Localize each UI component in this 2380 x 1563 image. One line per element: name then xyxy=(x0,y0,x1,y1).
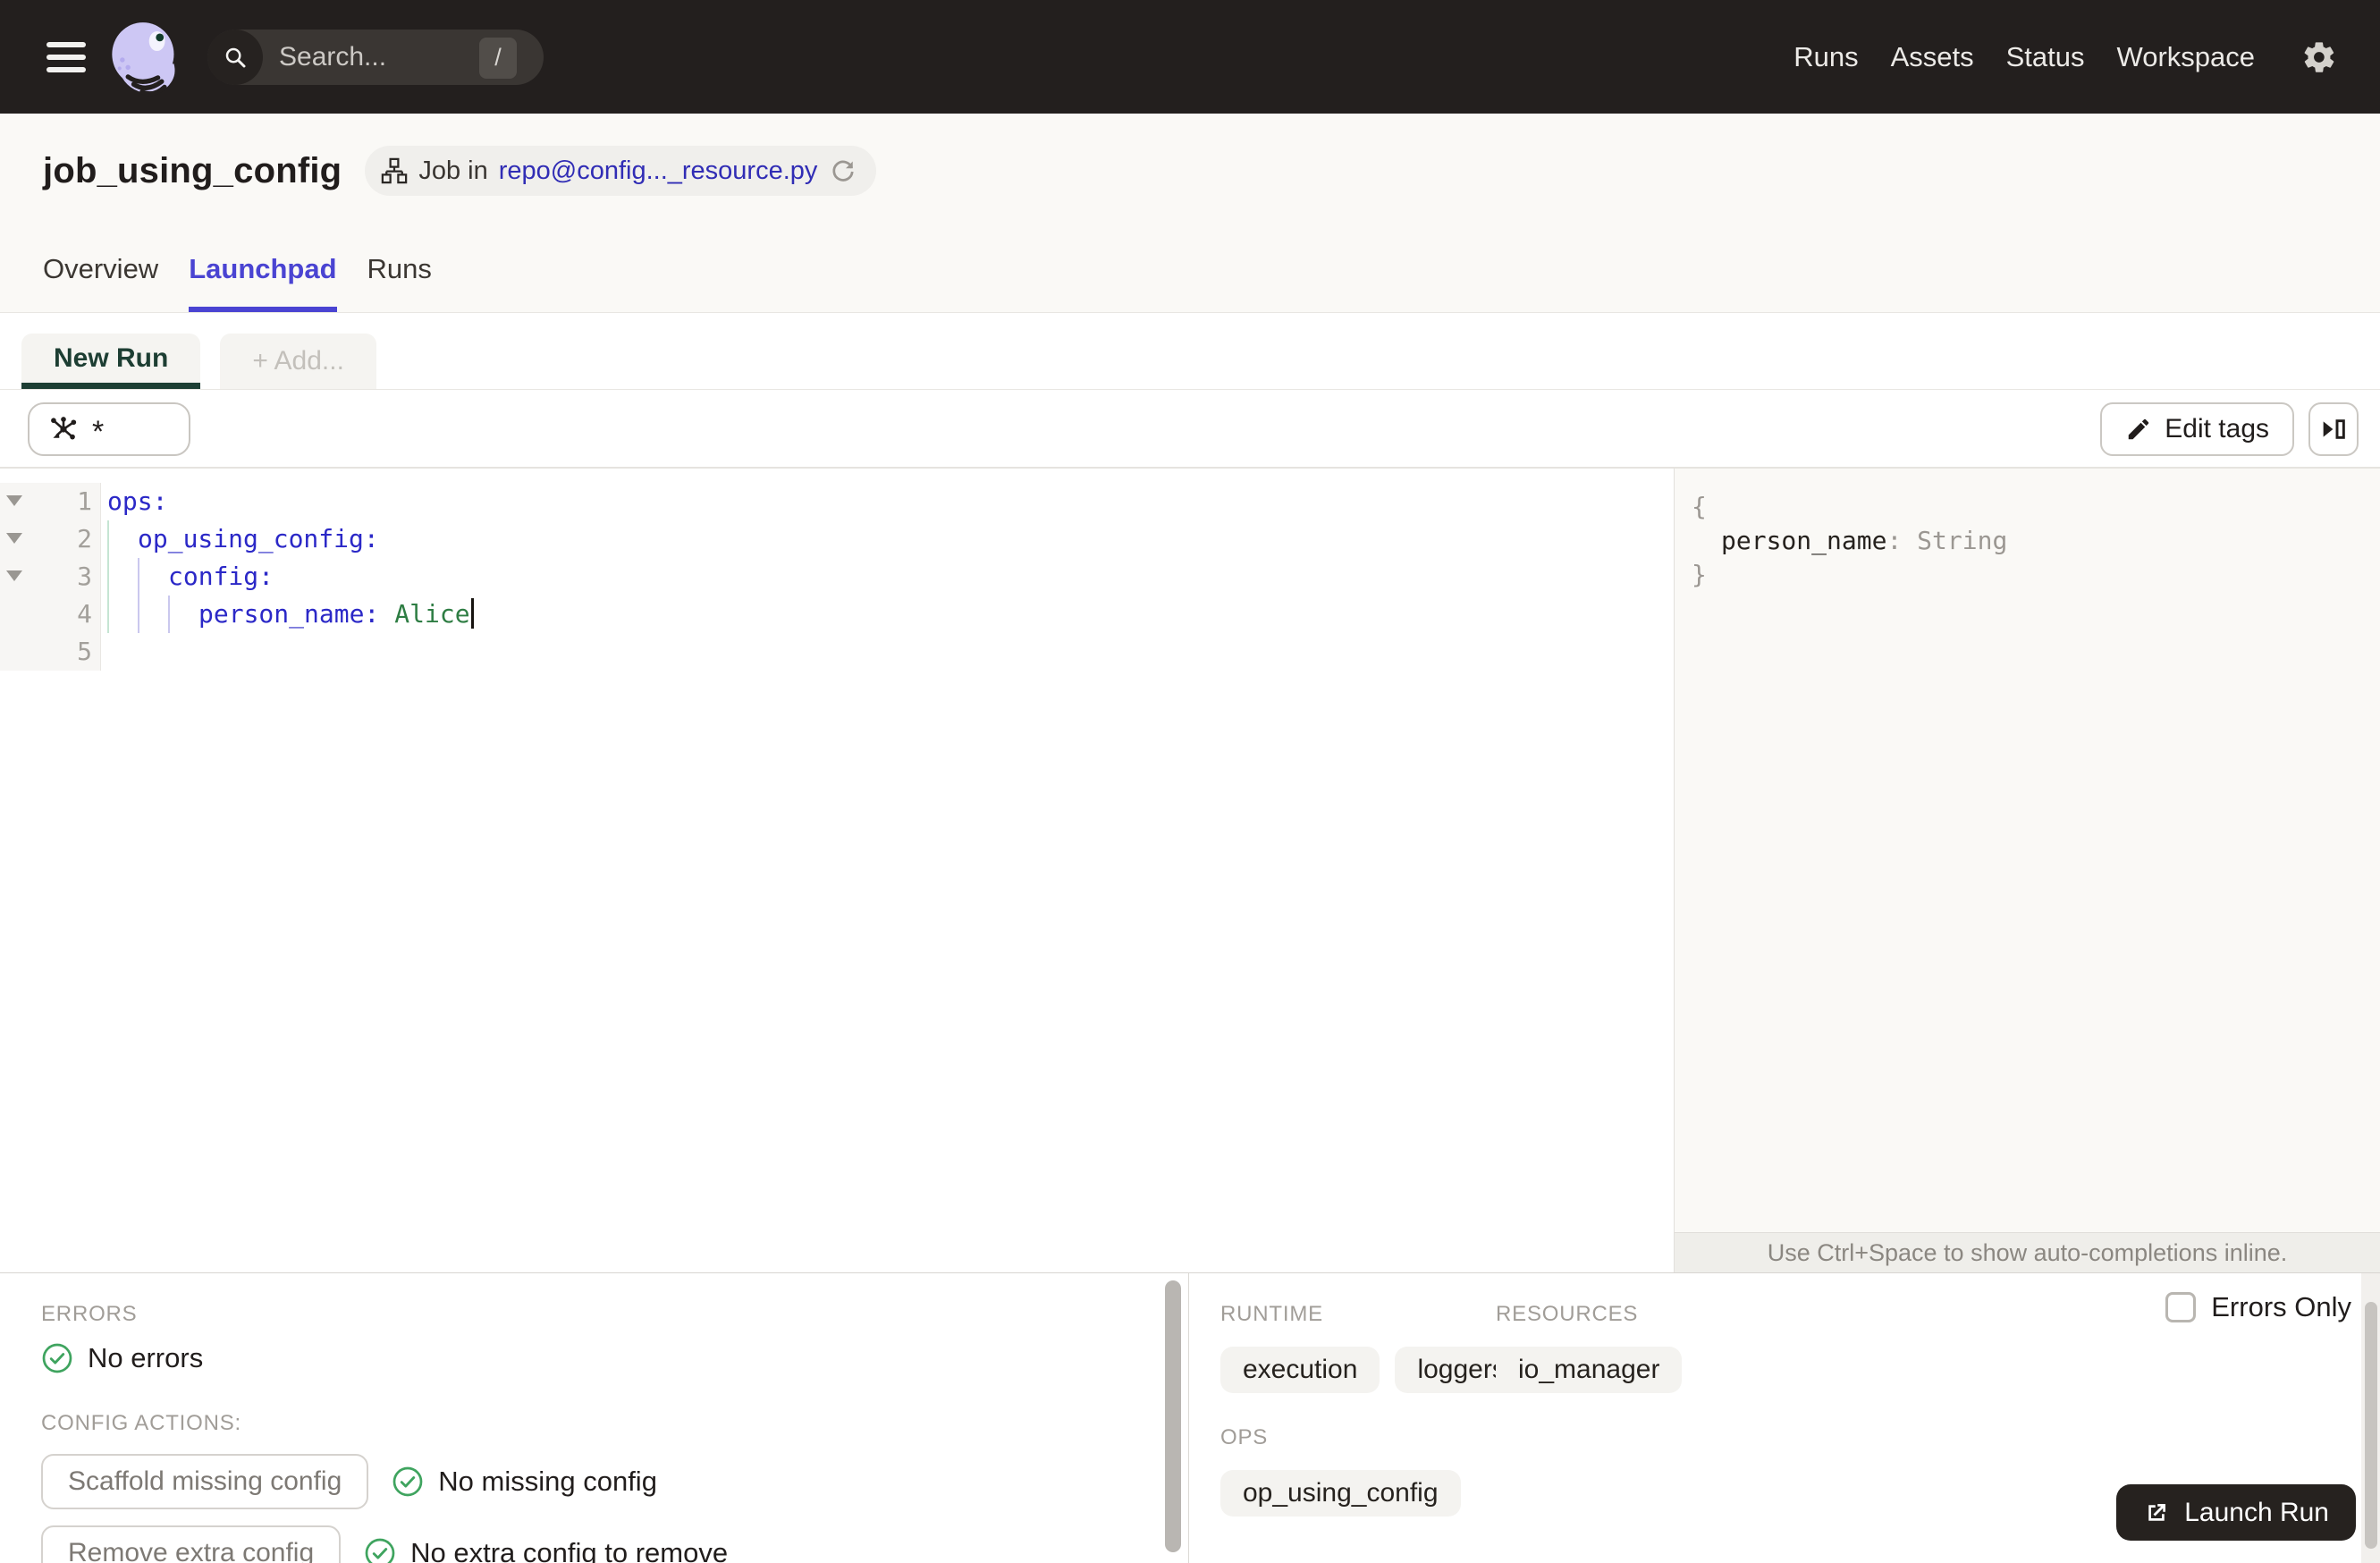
launchpad-tab-strip: New Run + Add... xyxy=(0,314,2380,390)
panel-scrollbar[interactable] xyxy=(1160,1273,1189,1563)
op-selector-value: * xyxy=(92,414,105,449)
gear-icon[interactable] xyxy=(2301,39,2337,75)
check-circle-icon xyxy=(41,1342,73,1374)
repo-link[interactable]: repo@config..._resource.py xyxy=(499,156,818,186)
editor-line[interactable]: 5 xyxy=(0,633,1674,671)
config-schema-panel: { person_name: String } Use Ctrl+Space t… xyxy=(1674,469,2380,1272)
editor-line[interactable]: 3 config: xyxy=(0,558,1674,596)
remove-extra-config-button[interactable]: Remove extra config xyxy=(41,1525,342,1563)
fold-arrow-icon[interactable] xyxy=(6,533,22,544)
launchpad-toolbar: * Edit tags xyxy=(0,391,2380,468)
launchpad-page: / Runs Assets Status Workspace job_using… xyxy=(0,0,2380,1563)
job-tabs: Overview Launchpad Runs xyxy=(43,253,432,312)
config-actions-heading: CONFIG ACTIONS: xyxy=(41,1411,242,1435)
errors-heading: ERRORS xyxy=(41,1302,138,1326)
launch-run-button[interactable]: Launch Run xyxy=(2116,1484,2356,1541)
op-pill-op-using-config[interactable]: op_using_config xyxy=(1220,1470,1461,1517)
tab-runs[interactable]: Runs xyxy=(367,253,432,312)
search-icon xyxy=(207,29,263,85)
expand-panel-icon[interactable] xyxy=(2308,401,2359,456)
schema-type-view: { person_name: String } xyxy=(1692,492,2008,589)
no-missing-config-status: No missing config xyxy=(438,1466,657,1497)
dagster-logo[interactable] xyxy=(107,21,182,99)
nav-link-runs[interactable]: Runs xyxy=(1793,41,1858,73)
config-editor-region: 1 ops: 2 op_using_config: 3 config: 4 pe… xyxy=(0,468,2380,1272)
tab-overview[interactable]: Overview xyxy=(43,253,158,312)
launch-external-icon xyxy=(2143,1500,2170,1526)
autocomplete-hint: Use Ctrl+Space to show auto-completions … xyxy=(1675,1232,2380,1272)
schema-field-name: person_name xyxy=(1721,526,1887,555)
edit-tags-label: Edit tags xyxy=(2165,413,2269,444)
page-header: job_using_config Job in repo@config..._r… xyxy=(0,114,2380,313)
job-origin-badge: Job in repo@config..._resource.py xyxy=(365,146,877,196)
scaffold-missing-config-button[interactable]: Scaffold missing config xyxy=(41,1454,369,1509)
resource-pill-io-manager[interactable]: io_manager xyxy=(1496,1347,1683,1393)
editor-line[interactable]: 4 person_name: Alice xyxy=(0,596,1674,633)
errors-only-toggle[interactable]: Errors Only xyxy=(2165,1291,2351,1323)
edit-tags-button[interactable]: Edit tags xyxy=(2100,401,2294,456)
check-circle-icon xyxy=(364,1537,396,1563)
badge-prefix: Job in xyxy=(418,156,488,185)
nav-link-assets[interactable]: Assets xyxy=(1891,41,1974,73)
pencil-icon xyxy=(2125,416,2152,443)
tab-new-run[interactable]: New Run xyxy=(21,334,201,389)
op-graph-icon xyxy=(47,415,80,444)
yaml-editor[interactable]: 1 ops: 2 op_using_config: 3 config: 4 pe… xyxy=(0,469,1674,1272)
schema-field-type: String xyxy=(1917,526,2008,555)
line-number: 4 xyxy=(77,599,92,629)
nav-link-workspace[interactable]: Workspace xyxy=(2117,41,2256,73)
runtime-heading: RUNTIME xyxy=(1220,1302,1323,1326)
errors-only-checkbox[interactable] xyxy=(2165,1292,2197,1322)
hamburger-menu-icon[interactable] xyxy=(46,41,86,72)
errors-panel: ERRORS No errors CONFIG ACTIONS: Scaffol… xyxy=(0,1273,1160,1563)
line-number: 5 xyxy=(77,637,92,666)
check-circle-icon xyxy=(392,1466,424,1498)
top-nav: / Runs Assets Status Workspace xyxy=(0,0,2380,114)
runtime-pill-execution[interactable]: execution xyxy=(1220,1347,1380,1393)
search-shortcut-badge: / xyxy=(479,37,517,79)
tab-launchpad[interactable]: Launchpad xyxy=(189,253,337,312)
fold-arrow-icon[interactable] xyxy=(6,495,22,506)
editor-line[interactable]: 2 op_using_config: xyxy=(0,520,1674,558)
fold-arrow-icon[interactable] xyxy=(6,570,22,581)
structure-panel: Errors Only RUNTIME execution loggers RE… xyxy=(1190,1273,2380,1563)
ops-heading: OPS xyxy=(1220,1425,1269,1449)
launch-run-label: Launch Run xyxy=(2184,1497,2329,1527)
reload-icon[interactable] xyxy=(830,157,857,184)
job-graph-icon xyxy=(381,157,408,184)
no-errors-status: No errors xyxy=(88,1342,204,1373)
text-cursor xyxy=(470,598,474,629)
op-selector-input[interactable]: * xyxy=(28,401,190,456)
errors-only-label: Errors Only xyxy=(2211,1291,2351,1322)
top-nav-links: Runs Assets Status Workspace xyxy=(1793,39,2380,75)
no-extra-config-status: No extra config to remove xyxy=(410,1537,729,1563)
runtime-section: RUNTIME execution loggers xyxy=(1220,1302,1528,1393)
bottom-panel: ERRORS No errors CONFIG ACTIONS: Scaffol… xyxy=(0,1272,2380,1563)
search-input[interactable] xyxy=(263,41,451,72)
global-search: / xyxy=(207,29,544,85)
tab-add-config[interactable]: + Add... xyxy=(220,334,376,389)
nav-link-status[interactable]: Status xyxy=(2006,41,2085,73)
page-title: job_using_config xyxy=(43,150,342,190)
structure-scrollbar[interactable] xyxy=(2361,1273,2380,1563)
editor-line[interactable]: 1 ops: xyxy=(0,483,1674,520)
